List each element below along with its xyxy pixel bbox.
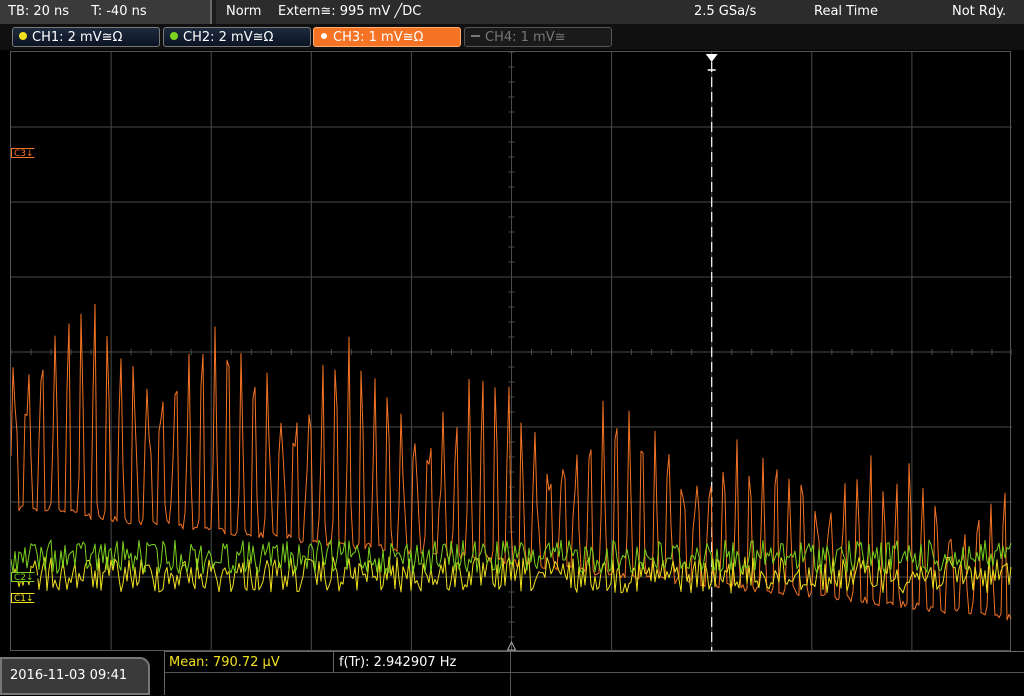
measurement-divider <box>165 672 1024 673</box>
date-time-display: 2016-11-03 09:41 <box>0 657 150 695</box>
ch2-offset-marker[interactable]: C2↓ <box>11 572 40 582</box>
trigger-marker-icon <box>705 54 718 62</box>
channel-2-button[interactable]: CH2: 2 mV≅Ω <box>163 27 311 47</box>
ch3-indicator-icon <box>320 32 328 40</box>
mean-measurement[interactable]: Mean: 790.72 µV <box>169 655 280 670</box>
ch3-offset-marker[interactable]: C3↓ <box>11 148 40 158</box>
timebase-value: TB: 20 ns <box>8 4 70 19</box>
acquisition-mode: Real Time <box>814 4 878 19</box>
channel-3-button[interactable]: CH3: 1 mV≅Ω <box>313 27 461 47</box>
channel-1-button[interactable]: CH1: 2 mV≅Ω <box>12 27 160 47</box>
trigger-status: Not Rdy. <box>952 4 1007 19</box>
trigger-source: Extern≅: 995 mV ╱DC <box>278 4 422 19</box>
trigger-time-value: T: -40 ns <box>91 4 147 19</box>
status-bar: TB: 20 ns T: -40 ns Norm Extern≅: 995 mV… <box>0 0 1024 24</box>
trigger-mode: Norm <box>226 4 262 19</box>
measurement-divider <box>510 652 511 696</box>
bottom-bar: 2016-11-03 09:41 Mean: 790.72 µV f(Tr): … <box>0 651 1024 696</box>
channel-4-button[interactable]: CH4: 1 mV≅ <box>464 27 612 47</box>
channel-bar: CH1: 2 mV≅Ω CH2: 2 mV≅Ω CH3: 1 mV≅Ω CH4:… <box>0 24 1024 50</box>
ch3-label: CH3: 1 mV≅Ω <box>333 30 424 45</box>
sample-rate: 2.5 GSa/s <box>694 4 757 19</box>
ch2-label: CH2: 2 mV≅Ω <box>183 30 274 45</box>
ch1-label: CH1: 2 mV≅Ω <box>32 30 123 45</box>
ch2-indicator-icon <box>170 32 178 40</box>
ch4-off-icon <box>471 35 480 37</box>
timebase-panel[interactable]: TB: 20 ns T: -40 ns <box>0 0 212 24</box>
waveform-canvas <box>11 52 1012 652</box>
measurement-panel: Mean: 790.72 µV f(Tr): 2.942907 Hz <box>164 651 1024 696</box>
frequency-measurement[interactable]: f(Tr): 2.942907 Hz <box>339 655 456 670</box>
ch1-indicator-icon <box>19 32 27 40</box>
ch4-label: CH4: 1 mV≅ <box>485 30 566 45</box>
ch1-offset-marker[interactable]: C1↓ <box>11 593 40 603</box>
measurement-divider <box>333 652 334 672</box>
waveform-display[interactable] <box>10 51 1012 652</box>
acquisition-panel[interactable]: Norm Extern≅: 995 mV ╱DC 2.5 GSa/s Real … <box>216 0 1024 24</box>
